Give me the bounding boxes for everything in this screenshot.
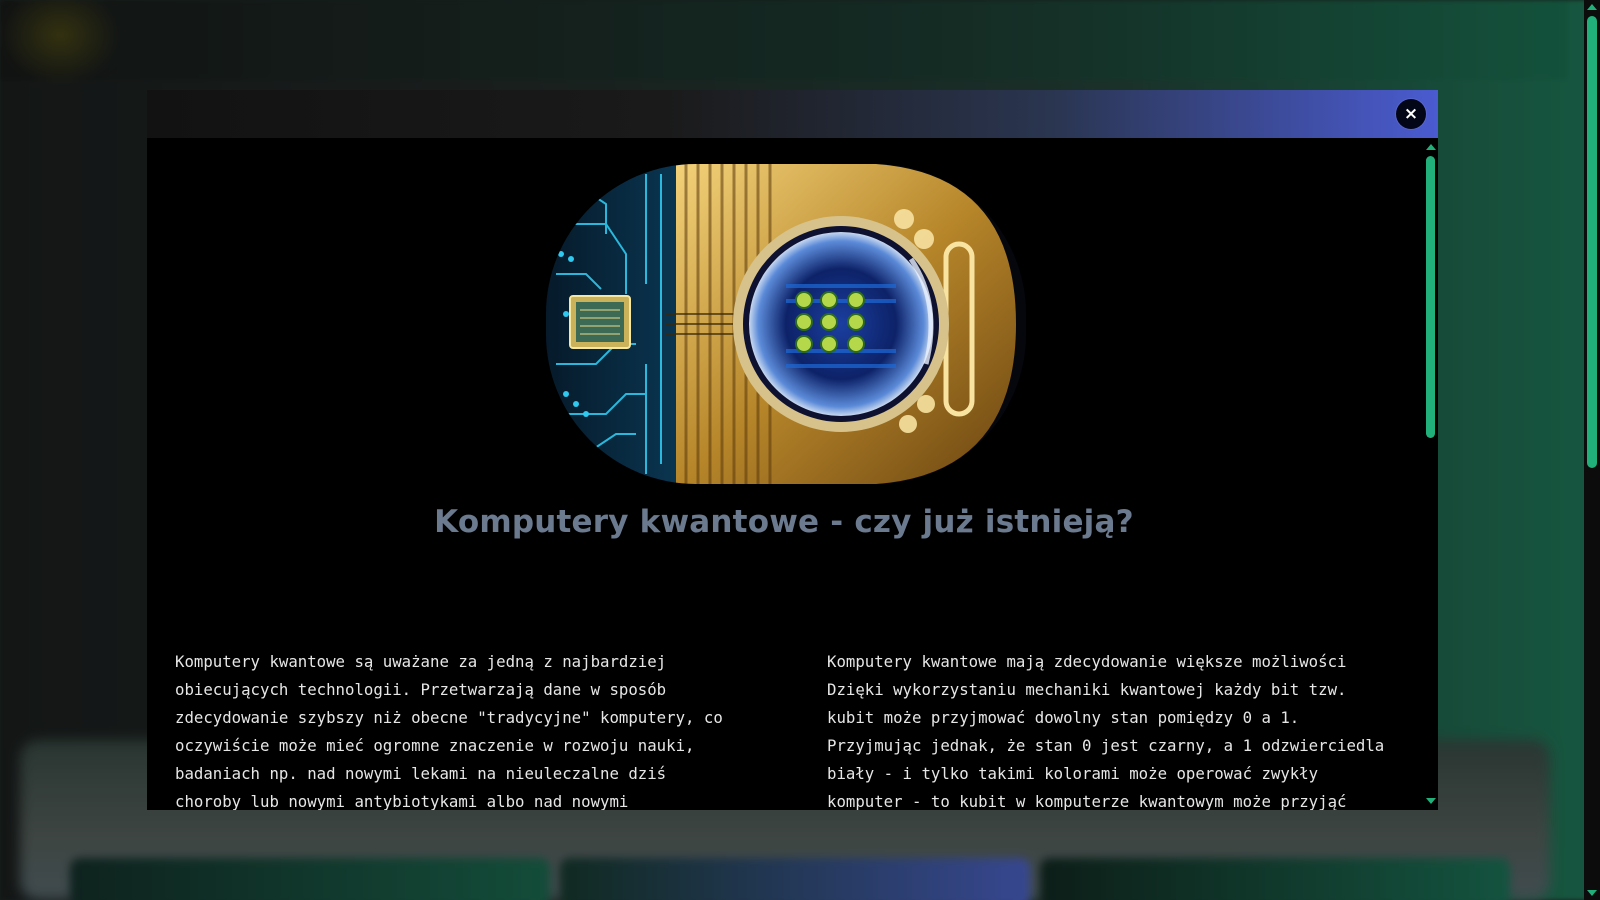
article-text-line: Komputery kwantowe mają zdecydowanie wię…	[827, 652, 1347, 671]
article-column-left: Komputery kwantowe są uważane za jedną z…	[175, 648, 775, 810]
close-button[interactable]: ×	[1396, 99, 1426, 129]
modal-scrollbar[interactable]	[1422, 138, 1438, 810]
page-scrollbar[interactable]	[1584, 0, 1600, 900]
article-column-right: Komputery kwantowe mają zdecydowanie wię…	[827, 648, 1417, 810]
article-text-line: Przyjmując jednak, że stan 0 jest czarny…	[827, 736, 1385, 755]
scroll-down-arrow-icon[interactable]	[1587, 890, 1597, 896]
scroll-up-arrow-icon[interactable]	[1426, 144, 1436, 150]
quantum-chip-illustration	[546, 164, 1026, 484]
article-text-line: choroby lub nowymi antybiotykami albo na…	[175, 792, 629, 810]
article-text-line: badaniach np. nad nowymi lekami na nieul…	[175, 764, 667, 783]
article-text-line: Dzięki wykorzystaniu mechaniki kwantowej…	[827, 680, 1347, 699]
article-title: Komputery kwantowe - czy już istnieją?	[434, 504, 1134, 540]
modal-scrollbar-thumb[interactable]	[1426, 156, 1435, 438]
article-text-line: zdecydowanie szybszy niż obecne "tradycy…	[175, 708, 723, 727]
article-text-line: obiecujących technologii. Przetwarzają d…	[175, 680, 667, 699]
article-text-line: biały - i tylko takimi kolorami może ope…	[827, 764, 1319, 783]
modal-header: ×	[147, 90, 1438, 138]
modal-content[interactable]: Komputery kwantowe - czy już istnieją? K…	[147, 138, 1438, 810]
article-modal: × Komputery kwantowe - czy już istnieją?…	[147, 90, 1438, 810]
article-text-line: Komputery kwantowe są uważane za jedną z…	[175, 652, 667, 671]
scroll-up-arrow-icon[interactable]	[1587, 4, 1597, 10]
article-text-line: komputer - to kubit w komputerze kwantow…	[827, 792, 1347, 810]
hero-image	[546, 164, 1026, 484]
article-text-line: kubit może przyjmować dowolny stan pomię…	[827, 708, 1300, 727]
article-text-line: oczywiście może mieć ogromne znaczenie w…	[175, 736, 695, 755]
page-scrollbar-thumb[interactable]	[1587, 16, 1597, 468]
scroll-down-arrow-icon[interactable]	[1426, 798, 1436, 804]
close-icon: ×	[1403, 104, 1419, 124]
